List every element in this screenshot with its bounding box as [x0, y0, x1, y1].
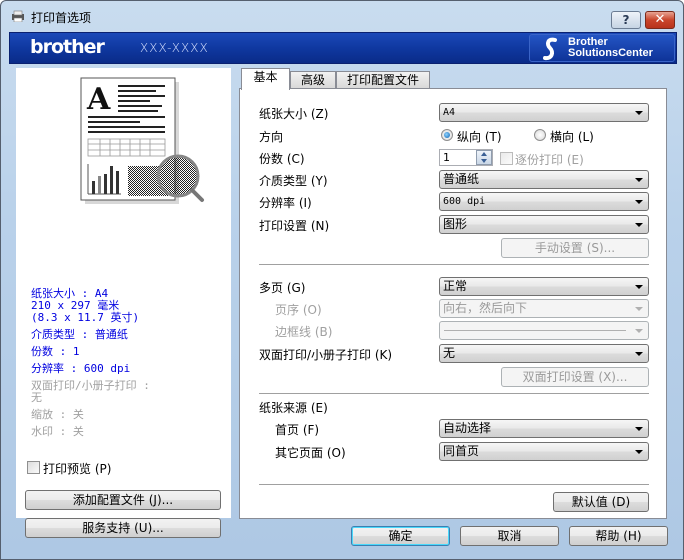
multiple-page-label: 多页 (G): [259, 281, 306, 295]
solutions-line-2: SolutionsCenter: [568, 47, 653, 59]
media-type-value: 普通纸: [443, 172, 480, 186]
title-bar: 打印首选项 ? ✕: [1, 1, 683, 29]
portrait-label[interactable]: 纵向 (T): [457, 128, 502, 145]
close-button[interactable]: ✕: [645, 11, 675, 29]
copies-spinner[interactable]: [476, 150, 492, 165]
first-page-select[interactable]: 自动选择: [439, 419, 649, 438]
paper-size-select[interactable]: A4: [439, 103, 649, 122]
paper-source-label: 纸张来源 (E): [259, 401, 328, 415]
print-preview-label[interactable]: 打印预览 (P): [43, 460, 111, 477]
chevron-down-icon: [635, 307, 643, 311]
settings-summary: 纸张大小 : A4 210 x 297 毫米 (8.3 x 11.7 英寸) 介质类型…: [31, 288, 150, 438]
solutions-center-label: Brother SolutionsCenter: [568, 37, 653, 59]
spin-down-icon[interactable]: [481, 159, 487, 163]
brand-banner: brother XXX-XXXX Brother SolutionsCenter: [9, 32, 677, 64]
settings-summary-panel: A 纸张大小: A4 210 x 297 毫米 (8.3 x 11.7 英寸)…: [16, 68, 231, 518]
chevron-down-icon: [635, 450, 643, 454]
resolution-value: 600 dpi: [443, 196, 486, 207]
chevron-down-icon: [635, 329, 643, 333]
chevron-down-icon: [635, 178, 643, 182]
window-title: 打印首选项: [31, 11, 92, 25]
solutions-center-button[interactable]: Brother SolutionsCenter: [529, 34, 675, 62]
ok-button[interactable]: 确定: [351, 526, 450, 546]
cancel-button[interactable]: 取消: [460, 526, 559, 546]
chevron-down-icon: [635, 427, 643, 431]
support-button[interactable]: 服务支持 (U)...: [25, 518, 221, 538]
summary-line: 分辨率 : 600 dpi: [31, 362, 131, 375]
chevron-down-icon: [635, 111, 643, 115]
paper-size-value: A4: [443, 107, 456, 118]
duplex-select[interactable]: 无: [439, 344, 649, 363]
summary-line: 水印 : 关: [31, 425, 84, 438]
media-type-label: 介质类型 (Y): [259, 174, 328, 188]
first-page-value: 自动选择: [443, 421, 492, 435]
summary-line: 无: [31, 391, 42, 404]
first-page-label: 首页 (F): [275, 423, 320, 437]
paper-size-label: 纸张大小 (Z): [259, 107, 329, 121]
collate-label: 逐份打印 (E): [515, 153, 584, 167]
media-type-select[interactable]: 普通纸: [439, 170, 649, 189]
separator: [259, 393, 649, 394]
duplex-value: 无: [443, 346, 456, 360]
summary-line: 双面打印/小册子打印 :: [31, 379, 150, 392]
print-settings-label: 打印设置 (N): [259, 219, 330, 233]
line-style-preview: [444, 330, 626, 331]
copies-label: 份数 (C): [259, 152, 305, 166]
help-button[interactable]: 帮助 (H): [569, 526, 668, 546]
solutions-center-icon: [543, 37, 557, 61]
other-pages-value: 同首页: [443, 444, 480, 458]
chevron-down-icon: [635, 223, 643, 227]
help-title-button[interactable]: ?: [611, 11, 641, 29]
document-preview-icon: A: [80, 77, 204, 204]
summary-line: 缩放 : 关: [31, 408, 84, 421]
print-settings-value: 图形: [443, 217, 468, 231]
summary-line: 介质类型 : 普通纸: [31, 328, 128, 341]
chevron-down-icon: [635, 200, 643, 204]
brother-logo: brother: [30, 36, 105, 58]
separator: [259, 484, 649, 485]
duplex-settings-button[interactable]: 双面打印设置 (X)...: [501, 367, 649, 387]
landscape-label[interactable]: 横向 (L): [550, 128, 594, 145]
portrait-radio[interactable]: [441, 129, 453, 141]
add-profile-button[interactable]: 添加配置文件 (J)...: [25, 490, 221, 510]
separator: [259, 264, 649, 265]
resolution-select[interactable]: 600 dpi: [439, 192, 649, 211]
default-button[interactable]: 默认值 (D): [553, 492, 649, 512]
duplex-label: 双面打印/小册子打印 (K): [259, 348, 393, 362]
summary-line: 份数 : 1: [31, 345, 80, 358]
summary-line: (8.3 x 11.7 英寸): [31, 311, 140, 324]
page-order-select[interactable]: 向右，然后向下: [439, 299, 649, 318]
printer-icon: [12, 10, 24, 22]
border-line-label: 边框线 (B): [275, 325, 333, 339]
manual-settings-button[interactable]: 手动设置 (S)...: [501, 238, 649, 258]
printing-preferences-window: 打印首选项 ? ✕ brother XXX-XXXX Brother Solut…: [0, 0, 684, 560]
print-preview-checkbox[interactable]: [27, 461, 40, 474]
model-name: XXX-XXXX: [140, 41, 209, 55]
border-line-select[interactable]: [439, 321, 649, 340]
other-pages-label: 其它页面 (O): [275, 446, 346, 460]
svg-text:A: A: [86, 82, 111, 117]
collate-checkbox[interactable]: [500, 152, 513, 165]
landscape-radio[interactable]: [534, 129, 546, 141]
chevron-down-icon: [635, 285, 643, 289]
multiple-page-select[interactable]: 正常: [439, 277, 649, 296]
resolution-label: 分辨率 (I): [259, 196, 312, 210]
other-pages-select[interactable]: 同首页: [439, 442, 649, 461]
chevron-down-icon: [635, 352, 643, 356]
page-order-label: 页序 (O): [275, 303, 322, 317]
multiple-page-value: 正常: [443, 279, 468, 293]
tab-basic[interactable]: 基本: [241, 68, 290, 90]
spin-up-icon[interactable]: [481, 152, 487, 156]
print-settings-select[interactable]: 图形: [439, 215, 649, 234]
orientation-label: 方向: [259, 130, 284, 144]
page-order-value: 向右，然后向下: [443, 301, 528, 315]
